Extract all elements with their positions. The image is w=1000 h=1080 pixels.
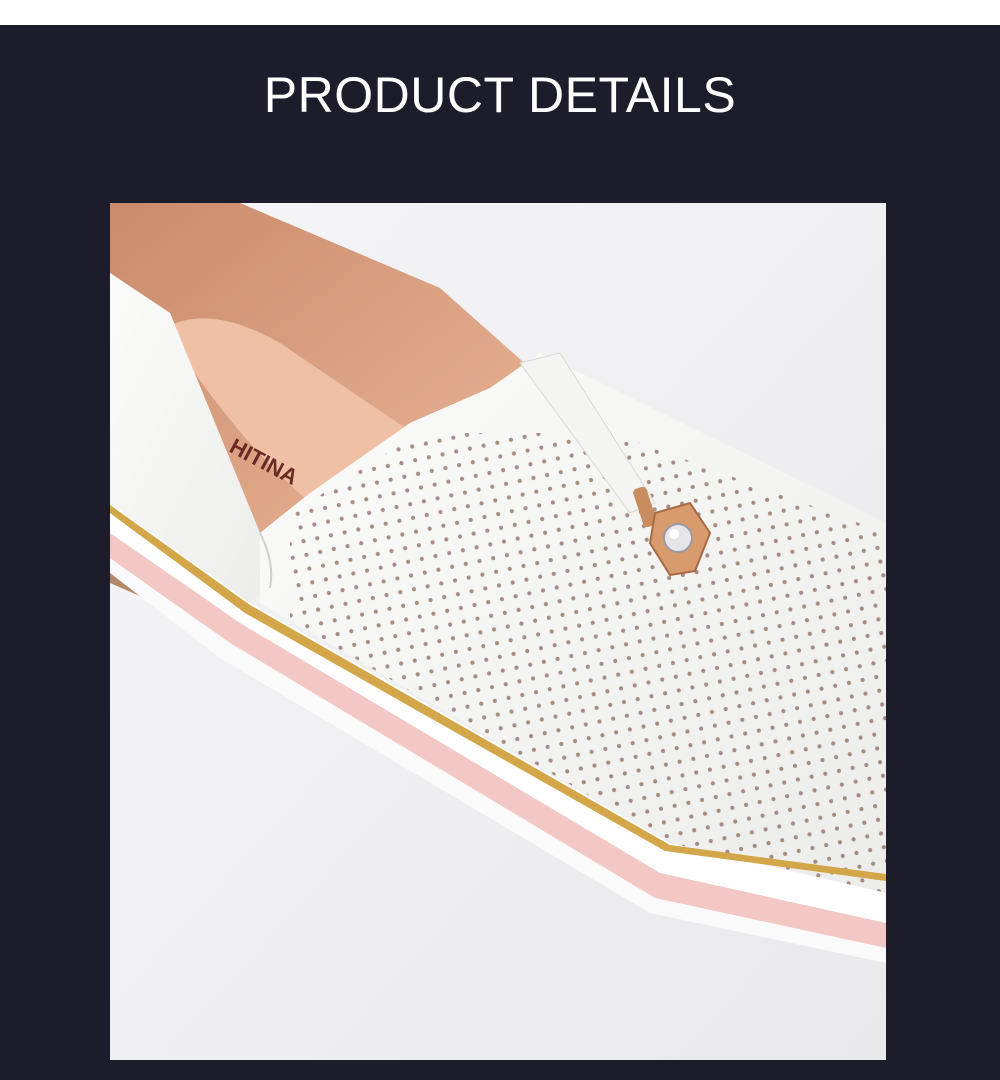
section-title: PRODUCT DETAILS: [263, 67, 737, 123]
shoe-illustration: HITINA: [110, 203, 886, 1060]
top-strip: [0, 0, 1000, 25]
product-photo: HITINA: [110, 203, 886, 1060]
